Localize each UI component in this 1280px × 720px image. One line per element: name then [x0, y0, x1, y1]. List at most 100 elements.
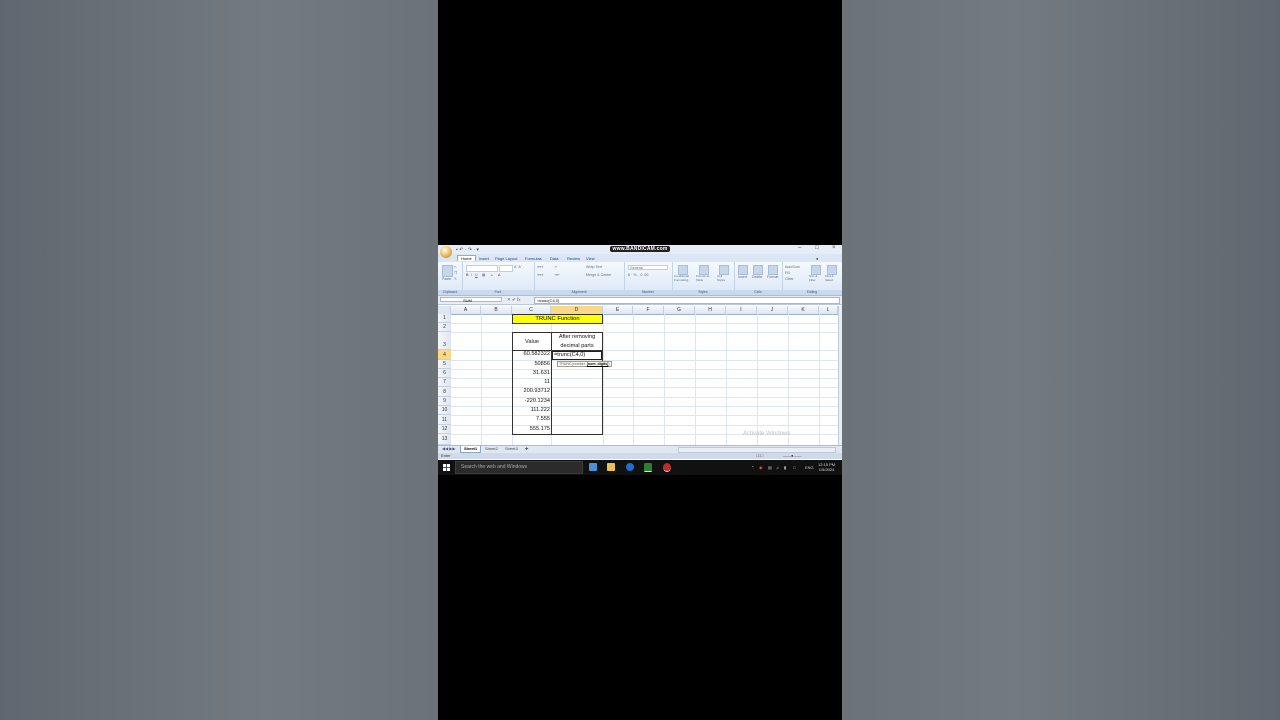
table-cell-value[interactable]: 200.93712	[512, 388, 551, 394]
row-header-7[interactable]: 7	[438, 378, 451, 387]
font-color-icon[interactable]: A	[498, 273, 500, 277]
select-all-corner[interactable]	[438, 306, 451, 314]
sheet-tab-sheet2[interactable]: Sheet2	[482, 446, 501, 452]
task-view-icon[interactable]	[589, 463, 597, 471]
row-header-8[interactable]: 8	[438, 387, 451, 397]
close-icon[interactable]: ×	[832, 245, 836, 251]
taskbar-clock[interactable]: 12:15 PM 1/5/2024	[818, 462, 835, 472]
grow-font-icon[interactable]: Aˆ Aˇ	[514, 265, 522, 269]
row-header-6[interactable]: 6	[438, 369, 451, 378]
row-header-12[interactable]: 12	[438, 425, 451, 434]
format-as-table-button[interactable]: Format as Table	[696, 274, 714, 282]
tab-insert[interactable]: Insert	[479, 256, 489, 261]
table-header-result-cell[interactable]: After removing decimal parts	[551, 332, 603, 351]
table-cell-value[interactable]: 555.175	[512, 426, 551, 432]
column-header-b[interactable]: B	[481, 306, 512, 314]
tab-data[interactable]: Data	[550, 256, 558, 261]
delete-button[interactable]: Delete	[752, 275, 762, 279]
sort-filter-button[interactable]: Sort & Filter	[809, 274, 822, 282]
align-top-icon[interactable]: ≡≡≡	[537, 265, 543, 269]
row-header-1[interactable]: 1	[438, 314, 451, 323]
tray-chevron-icon[interactable]: ⌃	[751, 465, 754, 470]
fill-color-icon[interactable]: ▲	[490, 273, 494, 277]
insert-sheet-icon[interactable]: ✚	[522, 446, 531, 452]
office-button[interactable]	[440, 246, 452, 258]
insert-button[interactable]: Insert	[738, 275, 747, 279]
row-header-3[interactable]: 3	[438, 332, 451, 350]
table-cell-value[interactable]: 60.582322	[512, 351, 551, 357]
table-cell-value[interactable]: 31.631	[512, 370, 551, 376]
format-cells-icon[interactable]	[768, 265, 778, 275]
taskbar-search-input[interactable]: Search the web and Windows	[455, 461, 583, 474]
column-header-l[interactable]: L	[819, 306, 838, 314]
cell-styles-button[interactable]: Cell Styles	[717, 274, 731, 282]
row-header-9[interactable]: 9	[438, 397, 451, 406]
conditional-formatting-button[interactable]: Conditional Formatting	[674, 274, 694, 282]
column-header-i[interactable]: I	[726, 306, 757, 314]
row-header-4[interactable]: 4	[438, 350, 451, 360]
format-button[interactable]: Format	[767, 275, 778, 279]
underline-icon[interactable]: U	[475, 273, 478, 277]
edge-browser-icon[interactable]	[626, 463, 634, 471]
orientation-icon[interactable]: ↗	[554, 265, 557, 269]
format-painter-icon[interactable]: ✎	[454, 277, 457, 281]
delete-cells-icon[interactable]	[753, 265, 763, 275]
column-header-g[interactable]: G	[664, 306, 695, 314]
help-icon[interactable]: ●	[816, 256, 818, 261]
sheet-tab-sheet1[interactable]: Sheet1	[460, 446, 482, 453]
tab-view[interactable]: View	[586, 256, 595, 261]
paste-icon[interactable]	[442, 265, 453, 277]
tab-review[interactable]: Review	[567, 256, 580, 261]
maximize-icon[interactable]: □	[815, 245, 819, 251]
align-left-icon[interactable]: ≡≡≡	[537, 273, 543, 277]
bandicam-taskbar-icon[interactable]	[663, 463, 671, 472]
row-header-11[interactable]: 11	[438, 415, 451, 425]
column-header-a[interactable]: A	[451, 306, 481, 314]
clear-button[interactable]: Clear	[785, 277, 794, 281]
tray-battery-icon[interactable]: ▮	[784, 465, 786, 470]
tray-notification-icon[interactable]: □	[793, 465, 795, 470]
tooltip-argument[interactable]: [num_digits]	[587, 362, 609, 366]
table-cell-value[interactable]: 50856	[512, 361, 551, 367]
table-cell-value[interactable]: 7.555	[512, 416, 551, 422]
sheet-tab-sheet3[interactable]: Sheet3	[502, 446, 521, 452]
formula-icons[interactable]: ✕ ✔ fx	[507, 297, 521, 303]
wrap-text-button[interactable]: Wrap Text	[586, 265, 602, 269]
row-header-10[interactable]: 10	[438, 406, 451, 415]
cut-icon[interactable]: ✂	[454, 265, 457, 269]
function-tooltip[interactable]: TRUNC(number, [num_digits])	[557, 361, 612, 367]
fill-button[interactable]: Fill	[785, 271, 790, 275]
tab-home[interactable]: Home	[457, 255, 476, 261]
table-header-value-cell[interactable]: Value	[512, 332, 552, 351]
row-header-5[interactable]: 5	[438, 360, 451, 369]
column-header-f[interactable]: F	[633, 306, 664, 314]
vertical-scrollbar[interactable]	[838, 306, 842, 445]
windows-start-icon[interactable]	[443, 464, 450, 471]
tray-record-icon[interactable]: ◉	[759, 465, 763, 470]
italic-icon[interactable]: I	[471, 273, 472, 277]
find-select-button[interactable]: Find & Select	[825, 274, 840, 282]
view-buttons-icon[interactable]: □□□	[756, 453, 763, 458]
column-header-e[interactable]: E	[603, 306, 633, 314]
tray-volume-icon[interactable]: ♫	[776, 465, 779, 470]
paste-label[interactable]: Paste	[442, 277, 451, 281]
insert-cells-icon[interactable]	[738, 265, 748, 275]
column-header-h[interactable]: H	[695, 306, 726, 314]
language-indicator[interactable]: ENG	[805, 465, 814, 470]
minimize-icon[interactable]: –	[798, 245, 801, 251]
column-header-d[interactable]: D	[551, 306, 603, 314]
table-cell-value[interactable]: -220.1234	[512, 398, 551, 404]
zoom-slider[interactable]: ——●——	[783, 453, 801, 458]
excel-taskbar-icon[interactable]	[644, 463, 652, 472]
number-format-select[interactable]: General	[628, 265, 668, 270]
row-header-2[interactable]: 2	[438, 323, 451, 332]
worksheet-grid[interactable]: A B C D E F G H I J K L 1 2 3 4 5 6 7 8 …	[438, 306, 838, 445]
column-header-k[interactable]: K	[788, 306, 819, 314]
borders-icon[interactable]: ▦	[482, 273, 485, 277]
column-header-j[interactable]: J	[757, 306, 788, 314]
currency-icon[interactable]: $ · % , .0 .00	[628, 273, 648, 277]
copy-icon[interactable]: ❐	[454, 271, 457, 275]
file-explorer-icon[interactable]	[607, 463, 615, 471]
tab-page-layout[interactable]: Page Layout	[495, 256, 517, 261]
font-size-select[interactable]	[499, 265, 513, 272]
